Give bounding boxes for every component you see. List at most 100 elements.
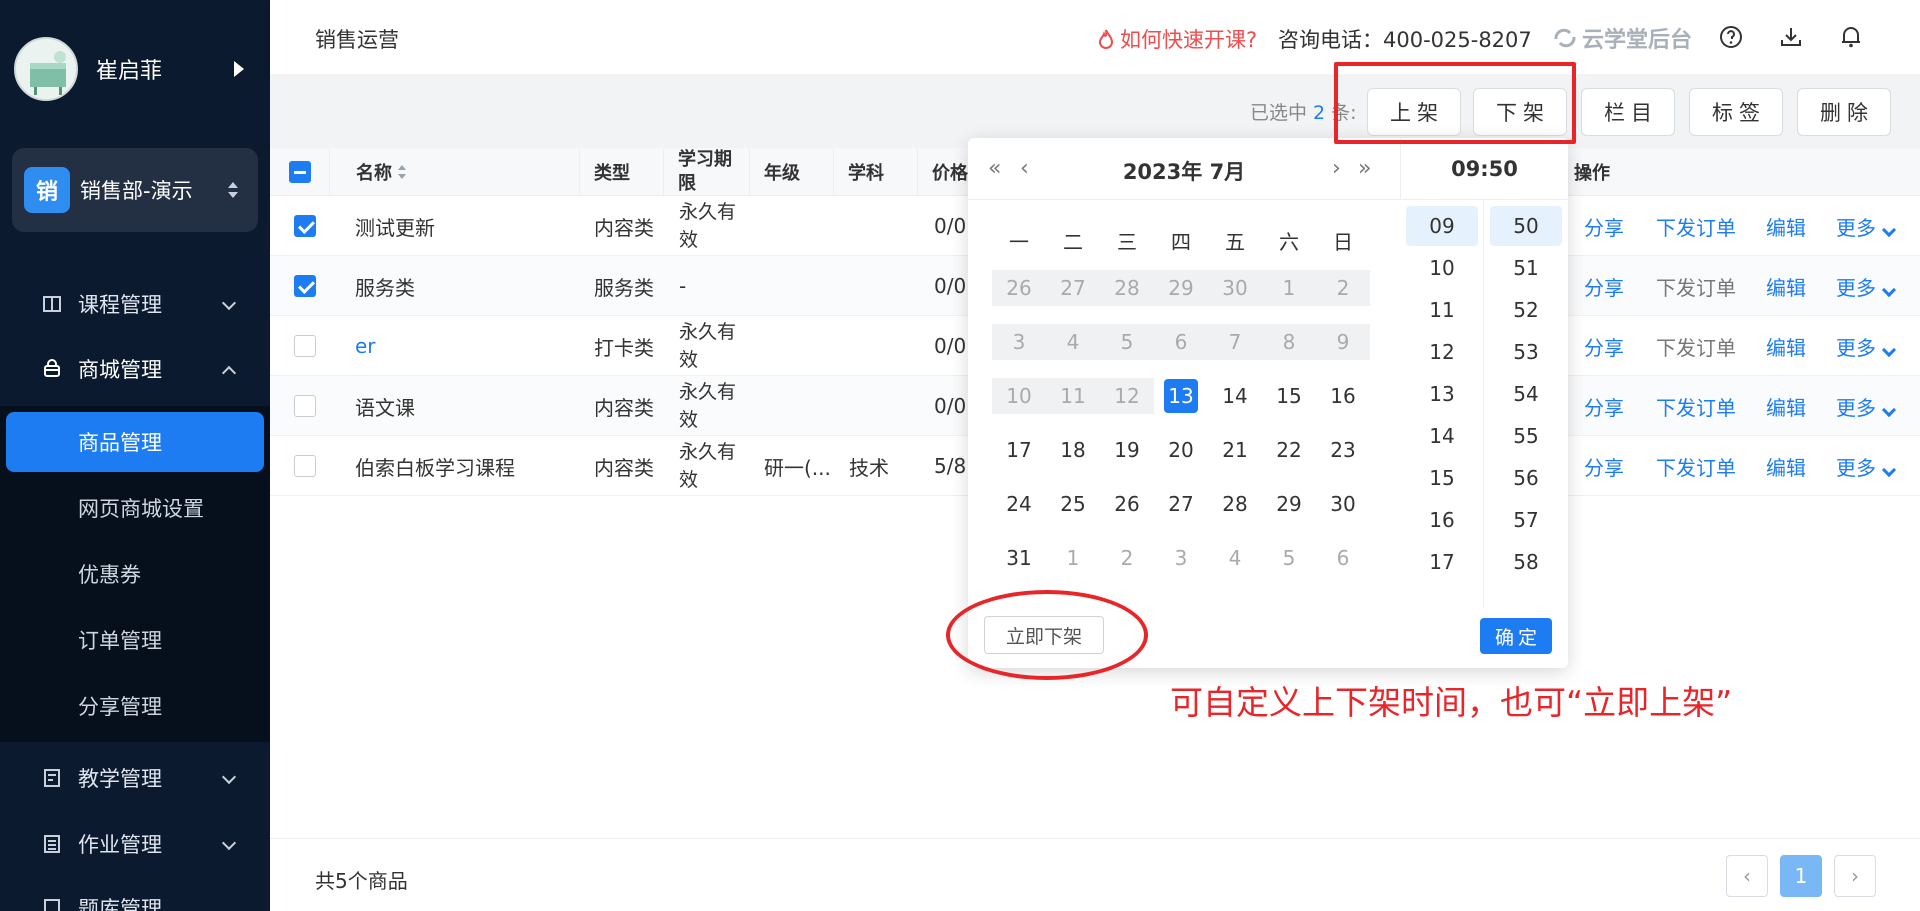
submenu-item-coupons[interactable]: 优惠券 — [0, 544, 270, 604]
calendar-day[interactable]: 10 — [992, 378, 1046, 414]
calendar-day[interactable]: 14 — [1208, 378, 1262, 414]
department-switcher[interactable]: 销 销售部-演示 — [12, 148, 258, 232]
next-month-icon[interactable]: › — [1332, 156, 1341, 181]
submenu-item-shares[interactable]: 分享管理 — [0, 676, 270, 736]
user-profile[interactable]: 崔启菲 — [14, 36, 264, 102]
product-name[interactable]: 服务类 — [355, 256, 415, 316]
calendar-day[interactable]: 4 — [1208, 540, 1262, 576]
calendar-day[interactable]: 3 — [1154, 540, 1208, 576]
calendar-day[interactable]: 21 — [1208, 432, 1262, 468]
hour-option[interactable]: 09 — [1406, 206, 1478, 246]
edit-link[interactable]: 编辑 — [1766, 272, 1806, 301]
calendar-day[interactable]: 30 — [1316, 486, 1370, 522]
calendar-day[interactable]: 11 — [1046, 378, 1100, 414]
prev-page-button[interactable]: ‹ — [1726, 855, 1768, 897]
calendar-day[interactable]: 17 — [992, 432, 1046, 468]
issue-order-link[interactable]: 下发订单 — [1656, 392, 1736, 421]
calendar-day[interactable]: 23 — [1316, 432, 1370, 468]
calendar-day[interactable]: 28 — [1100, 270, 1154, 306]
hour-option[interactable]: 11 — [1406, 290, 1478, 330]
share-link[interactable]: 分享 — [1584, 392, 1624, 421]
menu-item-mall[interactable]: 商城管理 — [0, 341, 270, 397]
next-page-button[interactable]: › — [1834, 855, 1876, 897]
share-link[interactable]: 分享 — [1584, 452, 1624, 481]
share-link[interactable]: 分享 — [1584, 212, 1624, 241]
calendar-day[interactable]: 6 — [1154, 324, 1208, 360]
calendar-day[interactable]: 12 — [1100, 378, 1154, 414]
calendar-day[interactable]: 2 — [1316, 270, 1370, 306]
issue-order-link[interactable]: 下发订单 — [1656, 272, 1736, 301]
issue-order-link[interactable]: 下发订单 — [1656, 212, 1736, 241]
calendar-day[interactable]: 31 — [992, 540, 1046, 576]
calendar-day[interactable]: 13 — [1154, 378, 1208, 414]
edit-link[interactable]: 编辑 — [1766, 452, 1806, 481]
calendar-day[interactable]: 7 — [1208, 324, 1262, 360]
category-button[interactable]: 栏目 — [1581, 88, 1675, 136]
next-year-icon[interactable]: » — [1358, 156, 1371, 181]
calendar-day[interactable]: 18 — [1046, 432, 1100, 468]
calendar-day[interactable]: 16 — [1316, 378, 1370, 414]
page-number-button[interactable]: 1 — [1780, 855, 1822, 897]
calendar-day[interactable]: 9 — [1316, 324, 1370, 360]
minute-option[interactable]: 58 — [1490, 542, 1562, 582]
confirm-button[interactable]: 确定 — [1480, 618, 1552, 654]
column-name[interactable]: 名称 — [330, 148, 580, 196]
calendar-day[interactable]: 20 — [1154, 432, 1208, 468]
calendar-day[interactable]: 5 — [1262, 540, 1316, 576]
calendar-day[interactable]: 19 — [1100, 432, 1154, 468]
more-link[interactable]: 更多 — [1836, 332, 1897, 361]
row-checkbox[interactable] — [294, 215, 316, 237]
product-name[interactable]: 测试更新 — [355, 196, 435, 256]
calendar-day[interactable]: 25 — [1046, 486, 1100, 522]
minute-option[interactable]: 51 — [1490, 248, 1562, 288]
calendar-day[interactable]: 24 — [992, 486, 1046, 522]
product-name[interactable]: 语文课 — [355, 376, 415, 436]
edit-link[interactable]: 编辑 — [1766, 392, 1806, 421]
product-name[interactable]: 伯索白板学习课程 — [355, 436, 515, 496]
submenu-item-web-mall-settings[interactable]: 网页商城设置 — [0, 478, 270, 538]
minute-option[interactable]: 57 — [1490, 500, 1562, 540]
calendar-day[interactable]: 28 — [1208, 486, 1262, 522]
row-checkbox[interactable] — [294, 395, 316, 417]
more-link[interactable]: 更多 — [1836, 272, 1897, 301]
sort-icon[interactable] — [396, 163, 408, 181]
menu-item-course[interactable]: 课程管理 — [0, 276, 270, 332]
hour-option[interactable]: 15 — [1406, 458, 1478, 498]
tag-button[interactable]: 标签 — [1689, 88, 1783, 136]
more-link[interactable]: 更多 — [1836, 452, 1897, 481]
minute-option[interactable]: 56 — [1490, 458, 1562, 498]
submenu-item-products[interactable]: 商品管理 — [6, 412, 264, 472]
minute-option[interactable]: 50 — [1490, 206, 1562, 246]
caret-right-icon[interactable] — [234, 61, 244, 77]
delete-button[interactable]: 删除 — [1797, 88, 1891, 136]
calendar-day[interactable]: 27 — [1046, 270, 1100, 306]
row-checkbox[interactable] — [294, 275, 316, 297]
row-checkbox[interactable] — [294, 455, 316, 477]
issue-order-link[interactable]: 下发订单 — [1656, 332, 1736, 361]
download-icon[interactable] — [1778, 24, 1804, 50]
issue-order-link[interactable]: 下发订单 — [1656, 452, 1736, 481]
share-link[interactable]: 分享 — [1584, 332, 1624, 361]
calendar-day[interactable]: 1 — [1046, 540, 1100, 576]
calendar-day[interactable]: 22 — [1262, 432, 1316, 468]
calendar-day[interactable]: 4 — [1046, 324, 1100, 360]
minute-option[interactable]: 53 — [1490, 332, 1562, 372]
calendar-day[interactable]: 26 — [992, 270, 1046, 306]
hour-option[interactable]: 12 — [1406, 332, 1478, 372]
calendar-day[interactable]: 2 — [1100, 540, 1154, 576]
hour-option[interactable]: 13 — [1406, 374, 1478, 414]
minute-option[interactable]: 52 — [1490, 290, 1562, 330]
menu-item-question-bank[interactable]: 题库管理 — [0, 880, 270, 911]
more-link[interactable]: 更多 — [1836, 212, 1897, 241]
share-link[interactable]: 分享 — [1584, 272, 1624, 301]
calendar-day[interactable]: 27 — [1154, 486, 1208, 522]
hour-option[interactable]: 16 — [1406, 500, 1478, 540]
quick-start-link[interactable]: 如何快速开课? — [1098, 24, 1257, 54]
calendar-day[interactable]: 8 — [1262, 324, 1316, 360]
hour-option[interactable]: 14 — [1406, 416, 1478, 456]
calendar-day[interactable]: 3 — [992, 324, 1046, 360]
edit-link[interactable]: 编辑 — [1766, 332, 1806, 361]
hour-option[interactable]: 17 — [1406, 542, 1478, 582]
calendar-day[interactable]: 29 — [1262, 486, 1316, 522]
more-link[interactable]: 更多 — [1836, 392, 1897, 421]
